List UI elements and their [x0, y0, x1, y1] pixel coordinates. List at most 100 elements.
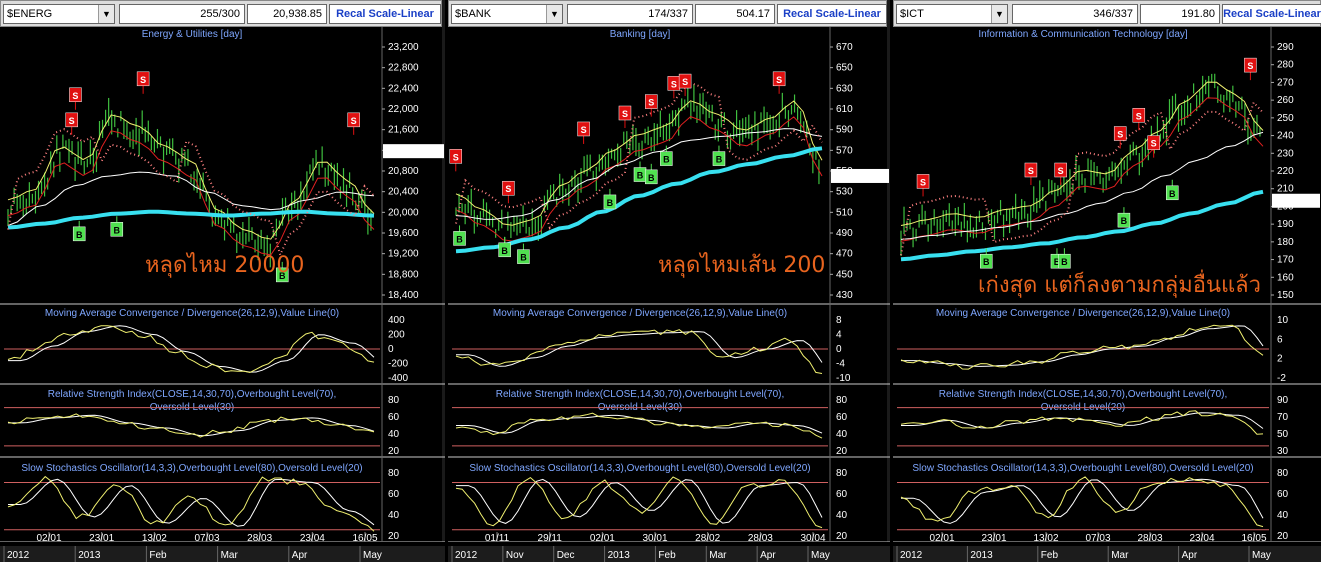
stoch-tick-label: 40 [836, 510, 848, 521]
rsi-tick-label: 80 [836, 395, 848, 406]
macd-tick-label: -400 [388, 373, 408, 384]
price-tick-label: 490 [836, 228, 853, 239]
rsi-tick-label: 90 [1277, 395, 1289, 406]
chevron-down-icon[interactable]: ▼ [98, 5, 114, 23]
month-label: Feb [1041, 550, 1059, 561]
date-label: 28/03 [247, 533, 272, 544]
month-label: Apr [1182, 550, 1198, 561]
signal-letter: S [505, 184, 511, 194]
recal-scale-button[interactable]: Recal Scale-Linear [329, 4, 441, 24]
month-label: 2013 [78, 550, 101, 561]
price-tick-label: 470 [836, 249, 853, 260]
price-tick-label: 570 [836, 145, 853, 156]
symbol-value: $ENERG [7, 8, 53, 20]
date-label: 23/04 [1189, 533, 1214, 544]
stoch-tick-label: 80 [1277, 468, 1289, 479]
rsi-main-line [455, 412, 823, 439]
date-label: 23/01 [981, 533, 1006, 544]
price-tick-label: 150 [1277, 290, 1294, 301]
signal-letter: B [1121, 216, 1128, 226]
month-label: Apr [292, 550, 308, 561]
panel-toolbar: $ENERG ▼ 255/300 20,938.85 Recal Scale-L… [0, 0, 442, 27]
price-tick-label: 530 [836, 187, 853, 198]
date-label: 23/01 [89, 533, 114, 544]
signal-letter: S [1136, 111, 1142, 121]
date-label: 29/11 [538, 533, 563, 544]
signal-letter: B [456, 234, 463, 244]
price-tick-label: 18,400 [388, 290, 419, 301]
symbol-select[interactable]: $ICT ▼ [896, 4, 1008, 24]
price-tick-label: 650 [836, 63, 853, 74]
annotation-text: หลุดไหมเส้น 200 [658, 252, 825, 278]
stoch-tick-label: 60 [1277, 489, 1289, 500]
chevron-down-icon[interactable]: ▼ [991, 5, 1007, 23]
price-chart-title: Information & Communication Technology [… [978, 29, 1188, 40]
stoch-tick-label: 20 [836, 531, 848, 542]
price-tick-label: 160 [1277, 272, 1294, 283]
symbol-select[interactable]: $BANK ▼ [451, 4, 563, 24]
macd-tick-label: -200 [388, 359, 408, 370]
price-tick-label: 260 [1277, 95, 1294, 106]
month-label: Mar [709, 550, 727, 561]
date-label: 02/01 [929, 533, 954, 544]
signal-letter: S [581, 125, 587, 135]
macd-tick-label: 4 [836, 330, 842, 341]
rsi-tick-label: 70 [1277, 412, 1289, 423]
count-field: 255/300 [119, 4, 245, 24]
price-tag-label: 552.30 [834, 172, 865, 183]
price-tick-label: 630 [836, 83, 853, 94]
rsi-title: Relative Strength Index(CLOSE,14,30,70),… [496, 389, 785, 400]
price-tick-label: 20,800 [388, 166, 419, 177]
signal-letter: B [648, 173, 655, 183]
macd-title: Moving Average Convergence / Divergence(… [45, 308, 339, 319]
chart-panel-bank: $BANK ▼ 174/337 504.17 Recal Scale-Linea… [448, 0, 890, 562]
macd-title: Moving Average Convergence / Divergence(… [936, 308, 1230, 319]
date-label: 13/02 [142, 533, 167, 544]
price-tick-label: 590 [836, 125, 853, 136]
signal-letter: S [1117, 130, 1123, 140]
month-label: May [1252, 550, 1271, 561]
month-label: 2012 [455, 550, 478, 561]
signal-letter: S [920, 177, 926, 187]
symbol-select[interactable]: $ENERG ▼ [3, 4, 115, 24]
macd-main-line [455, 329, 823, 374]
macd-tick-label: -4 [836, 359, 845, 370]
price-tick-label: 22,400 [388, 83, 419, 94]
signal-letter: B [114, 225, 121, 235]
chart-canvas: Energy & Utilities [day] Moving Average C… [0, 27, 445, 562]
signal-letter: S [1058, 166, 1064, 176]
recal-scale-button[interactable]: Recal Scale-Linear [777, 4, 887, 24]
price-tick-label: 170 [1277, 255, 1294, 266]
price-tick-label: 610 [836, 104, 853, 115]
price-tick-label: 18,800 [388, 269, 419, 280]
stoch-title: Slow Stochastics Oscillator(14,3,3),Over… [469, 463, 810, 474]
macd-tick-label: 10 [1277, 315, 1289, 326]
date-label: 28/03 [1137, 533, 1162, 544]
price-tag-label: 20,402.61 [386, 147, 431, 158]
stoch-main-line [900, 476, 1264, 528]
date-label: 23/04 [300, 533, 325, 544]
signal-letter: S [671, 79, 677, 89]
month-label: Feb [149, 550, 167, 561]
signal-letter: B [1061, 257, 1068, 267]
price-tick-label: 180 [1277, 237, 1294, 248]
rsi-tick-label: 60 [836, 412, 848, 423]
macd-tick-label: -2 [1277, 373, 1286, 384]
signal-letter: S [1247, 61, 1253, 71]
stoch-tick-label: 40 [1277, 510, 1289, 521]
stoch-tick-label: 80 [388, 468, 400, 479]
rsi-tick-label: 20 [388, 446, 400, 457]
count-field: 174/337 [567, 4, 693, 24]
macd-tick-label: 0 [836, 344, 842, 355]
price-tick-label: 190 [1277, 219, 1294, 230]
recal-scale-button[interactable]: Recal Scale-Linear [1222, 4, 1321, 24]
signal-letter: B [501, 246, 508, 256]
rsi-title: Relative Strength Index(CLOSE,14,30,70),… [48, 389, 337, 400]
signal-letter: S [72, 91, 78, 101]
chevron-down-icon[interactable]: ▼ [546, 5, 562, 23]
month-label: Apr [760, 550, 776, 561]
date-label: 30/01 [642, 533, 667, 544]
rsi-tick-label: 60 [388, 412, 400, 423]
month-label: 2012 [7, 550, 30, 561]
price-tick-label: 250 [1277, 113, 1294, 124]
